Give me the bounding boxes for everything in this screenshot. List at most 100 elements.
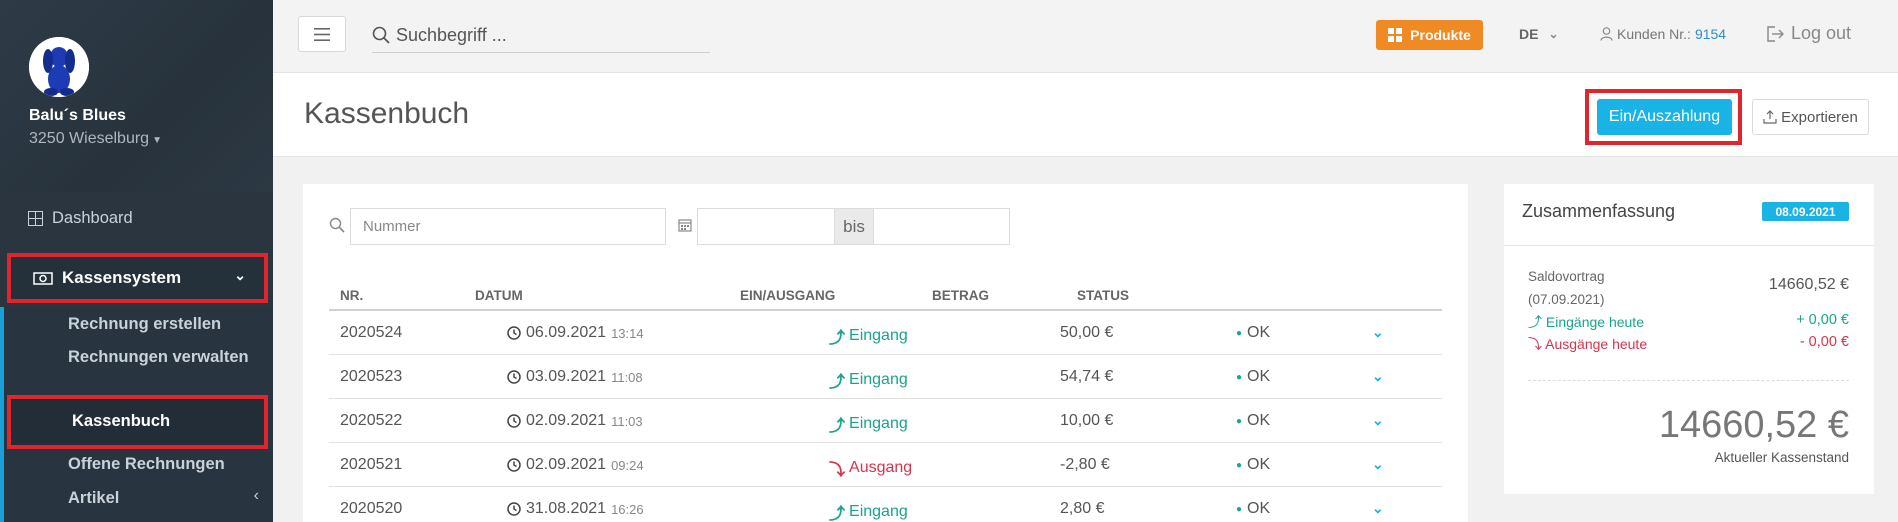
cell-date: 02.09.2021 — [526, 456, 607, 473]
expand-chevron-icon[interactable]: ⌄ — [1372, 456, 1384, 473]
date-range-separator: bis — [834, 208, 874, 245]
date-to-input[interactable] — [873, 208, 1010, 245]
produkte-button[interactable]: Produkte — [1376, 20, 1483, 50]
cell-date: 03.09.2021 — [526, 368, 607, 385]
saldovortrag-label: Saldovortrag (07.09.2021) — [1528, 265, 1605, 311]
cell-datum: 02.09.2021 09:24 — [507, 456, 644, 474]
customer-number-value[interactable]: 9154 — [1695, 26, 1726, 42]
sidebar-item-rechnungen-verwalten[interactable]: Rechnungen verwalten — [68, 348, 249, 367]
status-dot-icon: ● — [1236, 503, 1243, 515]
produkte-label: Produkte — [1410, 27, 1471, 43]
expand-chevron-icon[interactable]: ⌄ — [1372, 500, 1384, 517]
logout-button[interactable]: Log out — [1767, 23, 1851, 44]
avatar[interactable] — [29, 37, 89, 97]
sidebar-item-artikel[interactable]: Artikel — [68, 489, 119, 508]
table-row[interactable]: 2020523 03.09.2021 11:08 ⤴ Eingang 54,74 € ● OK… — [329, 355, 1442, 399]
cell-date: 06.09.2021 — [526, 324, 607, 341]
status-dot-icon: ● — [1236, 459, 1243, 471]
cell-io-label: Eingang — [849, 327, 908, 344]
grid-icon — [28, 211, 43, 226]
clock-icon — [507, 326, 521, 340]
cell-betrag: 10,00 € — [1060, 412, 1114, 429]
cell-time: 11:08 — [611, 369, 643, 385]
topbar: Produkte DE ⌄ Kunden Nr.: 9154 Log out — [273, 0, 1898, 72]
arrow-up-icon: ⤴ — [829, 506, 846, 522]
search-bar — [372, 18, 710, 53]
calendar-icon — [678, 219, 692, 232]
cell-datum: 31.08.2021 16:26 — [507, 500, 644, 518]
arrow-up-icon: ⤴ — [829, 418, 846, 435]
header-ein-ausgang[interactable]: EIN/AUSGANG — [740, 288, 835, 303]
sidebar-profile: Balu´s Blues 3250 Wieselburg ▼ — [0, 0, 273, 192]
expand-chevron-icon[interactable]: ⌄ — [1372, 368, 1384, 385]
arrow-up-icon: ⤴ — [1528, 314, 1546, 330]
expand-chevron-icon[interactable]: ⌄ — [1372, 412, 1384, 429]
table-row[interactable]: 2020520 31.08.2021 16:26 ⤴ Eingang 2,80 € ● OK ⌄ — [329, 487, 1442, 522]
summary-header: Zusammenfassung 08.09.2021 — [1504, 184, 1874, 246]
cell-datum: 02.09.2021 11:03 — [507, 412, 643, 430]
summary-card: Zusammenfassung 08.09.2021 Saldovortrag … — [1504, 184, 1874, 494]
kassenstand-label: Aktueller Kassenstand — [1714, 450, 1849, 465]
table-row[interactable]: 2020524 06.09.2021 13:14 ⤴ Eingang 50,00 € ● OK… — [329, 311, 1442, 355]
expand-chevron-icon[interactable]: ⌄ — [1372, 324, 1384, 341]
status-dot-icon: ● — [1236, 327, 1243, 339]
arrow-down-icon: ⤵ — [1528, 336, 1546, 352]
clock-icon — [507, 370, 521, 384]
date-from-input[interactable] — [697, 208, 835, 245]
header-nr[interactable]: NR. — [340, 288, 363, 303]
status-label: OK — [1247, 368, 1271, 385]
cell-status: ● OK — [1236, 456, 1270, 474]
status-label: OK — [1247, 500, 1271, 517]
cell-io-label: Eingang — [849, 371, 908, 388]
money-icon — [33, 271, 53, 285]
eingaenge-value: + 0,00 € — [1796, 312, 1849, 328]
cell-ein-ausgang: ⤴ Eingang — [829, 500, 908, 522]
sidebar-nav: Dashboard Kassensystem ⌄ Rechnung erstel… — [0, 192, 273, 522]
kassenbuch-card: bis NR. DATUM EIN/AUSGANG BETRAG STATUS … — [303, 184, 1468, 522]
ein-auszahlung-button[interactable]: Ein/Auszahlung — [1597, 99, 1732, 135]
sidebar-item-kassensystem[interactable]: Kassensystem ⌄ — [7, 253, 268, 303]
cell-betrag: -2,80 € — [1060, 456, 1110, 473]
shop-location-dropdown[interactable]: 3250 Wieselburg ▼ — [29, 130, 162, 148]
table-body: 2020524 06.09.2021 13:14 ⤴ Eingang 50,00 € ● OK… — [329, 311, 1442, 522]
header-betrag[interactable]: BETRAG — [932, 288, 989, 303]
table-row[interactable]: 2020521 02.09.2021 09:24 ⤵ Ausgang -2,80 € ● OK… — [329, 443, 1442, 487]
sidebar-item-dashboard[interactable]: Dashboard — [28, 209, 133, 228]
cell-ein-ausgang: ⤴ Eingang — [829, 412, 908, 436]
chevron-down-icon: ⌄ — [1548, 27, 1559, 41]
nummer-filter-input[interactable] — [350, 208, 666, 245]
sidebar-item-rechnung-erstellen[interactable]: Rechnung erstellen — [68, 315, 221, 334]
cell-ein-ausgang: ⤴ Eingang — [829, 368, 908, 392]
cell-time: 16:26 — [611, 501, 644, 517]
sidebar-item-label: Kassenbuch — [72, 412, 171, 430]
cell-nr: 2020524 — [340, 324, 403, 341]
chevron-left-icon: ‹ — [253, 487, 259, 504]
language-select[interactable]: DE ⌄ — [1519, 26, 1559, 42]
cell-datum: 03.09.2021 11:08 — [507, 368, 643, 386]
summary-date-badge: 08.09.2021 — [1762, 202, 1849, 221]
menu-toggle-button[interactable] — [298, 16, 346, 52]
status-dot-icon: ● — [1236, 371, 1243, 383]
sidebar-item-kassenbuch[interactable]: Kassenbuch — [7, 395, 268, 449]
cell-ein-ausgang: ⤵ Ausgang — [829, 456, 912, 480]
search-input[interactable] — [396, 24, 696, 46]
sidebar: Balu´s Blues 3250 Wieselburg ▼ Dashboard … — [0, 0, 273, 522]
sidebar-item-offene-rechnungen[interactable]: Offene Rechnungen — [68, 455, 225, 474]
cell-nr: 2020521 — [340, 456, 403, 473]
user-icon — [1600, 27, 1613, 41]
cell-nr: 2020520 — [340, 500, 403, 517]
cell-status: ● OK — [1236, 412, 1270, 430]
header-datum[interactable]: DATUM — [475, 288, 523, 303]
export-button[interactable]: Exportieren — [1752, 99, 1869, 135]
eingaenge-label: Eingänge heute — [1545, 314, 1644, 330]
search-icon — [329, 217, 345, 233]
cell-io-label: Eingang — [849, 415, 908, 432]
shop-name: Balu´s Blues — [29, 107, 126, 124]
cell-time: 11:03 — [611, 413, 643, 429]
header-status[interactable]: STATUS — [1077, 288, 1129, 303]
logout-label: Log out — [1791, 23, 1852, 43]
cell-date: 02.09.2021 — [526, 412, 607, 429]
sidebar-item-label: Kassensystem — [62, 268, 182, 287]
kassenstand-value: 14660,52 € — [1658, 404, 1849, 446]
table-row[interactable]: 2020522 02.09.2021 11:03 ⤴ Eingang 10,00 € ● OK… — [329, 399, 1442, 443]
